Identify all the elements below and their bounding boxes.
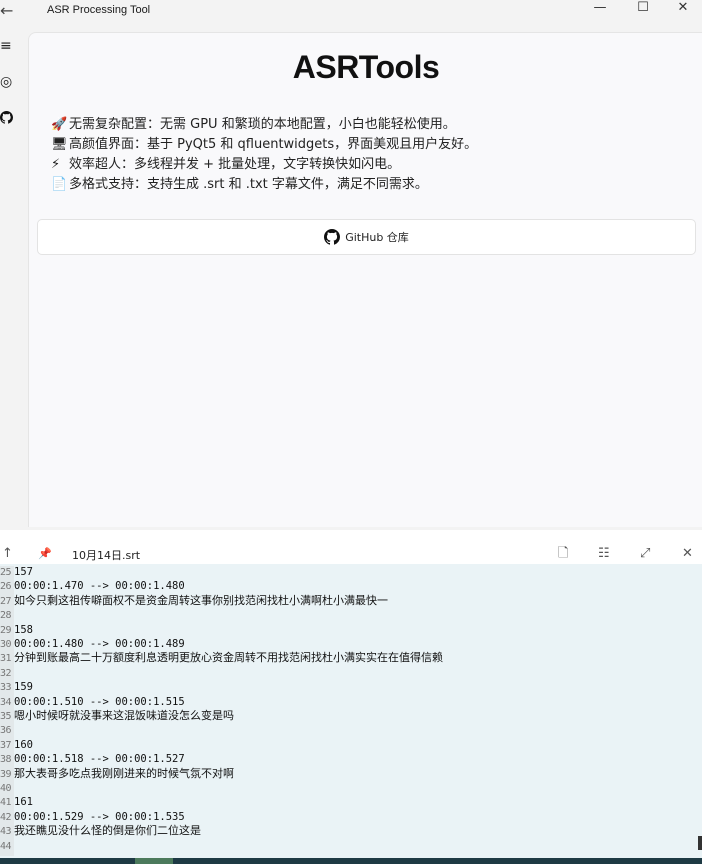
editor-line: 34 00:00:1.510 --> 00:00:1.515 bbox=[0, 696, 700, 708]
editor-line: 27 如今只剩这祖传噼面权不是资金周转这事你别找范闲找杜小满啊杜小满最快一 bbox=[0, 593, 700, 607]
line-number: 38 bbox=[0, 754, 12, 766]
github-nav-button[interactable] bbox=[0, 106, 20, 130]
lightning-icon: ⚡ bbox=[51, 157, 61, 172]
minimize-button[interactable]: — bbox=[585, 0, 615, 20]
scrollbar-thumb[interactable] bbox=[698, 836, 702, 850]
editor-line: 30 00:00:1.480 --> 00:00:1.489 bbox=[0, 638, 700, 650]
line-text: 嗯小时候呀就没事来这混饭味道没怎么变是吗 bbox=[14, 709, 234, 722]
line-text: 157 bbox=[14, 566, 33, 578]
editor-line: 31 分钟到账最高二十万额度利息透明更放心资金周转不用找范闲找杜小满实实在在值得信… bbox=[0, 651, 700, 665]
list-icon[interactable]: ☷ bbox=[598, 544, 610, 564]
editor-line: 25 157 bbox=[0, 566, 700, 578]
editor-line: 35 嗯小时候呀就没事来这混饭味道没怎么变是吗 bbox=[0, 709, 700, 723]
monitor-icon: 🖥 bbox=[51, 137, 68, 152]
editor-line: 26 00:00:1.470 --> 00:00:1.480 bbox=[0, 580, 700, 592]
expand-icon[interactable]: ⤢ bbox=[640, 544, 650, 564]
line-text: 00:00:1.529 --> 00:00:1.535 bbox=[14, 810, 185, 823]
feature-text: 无需复杂配置：无需 GPU 和繁琐的本地配置，小白也能轻松使用。 bbox=[69, 117, 456, 132]
taskbar-active-item[interactable] bbox=[135, 858, 173, 864]
line-number: 35 bbox=[0, 711, 12, 722]
line-number: 30 bbox=[0, 639, 12, 650]
editor-line: 28 bbox=[0, 609, 700, 621]
line-number: 42 bbox=[0, 811, 12, 823]
page-title: ASRTools bbox=[292, 49, 440, 85]
line-number: 26 bbox=[0, 581, 12, 593]
editor-line: 43 我还瞧见没什么怪的倒是你们二位这是 bbox=[0, 824, 700, 838]
line-number: 43 bbox=[0, 826, 12, 838]
nav-sidebar: ≡ ◎ bbox=[0, 30, 26, 530]
menu-icon[interactable]: ≡ bbox=[0, 34, 20, 58]
line-number: 28 bbox=[0, 610, 12, 622]
line-text: 00:00:1.470 --> 00:00:1.480 bbox=[14, 580, 185, 593]
feature-list: 🚀 无需复杂配置：无需 GPU 和繁琐的本地配置，小白也能轻松使用。 🖥高颜值界面… bbox=[51, 115, 691, 195]
line-number: 36 bbox=[0, 725, 12, 737]
main-content: ASRTools 🚀 无需复杂配置：无需 GPU 和繁琐的本地配置，小白也能轻松使… bbox=[28, 32, 702, 527]
line-text: 00:00:1.480 --> 00:00:1.489 bbox=[14, 638, 185, 650]
viewer-toolbar: ↑ 📌 10月14日.srt 🗋 ☷ ⤢ ✕ bbox=[0, 544, 702, 564]
title-bar: ← ASR Processing Tool — ☐ ✕ bbox=[0, 0, 702, 28]
line-number: 39 bbox=[0, 768, 12, 780]
asr-app-window: ← ASR Processing Tool — ☐ ✕ ≡ ◎ ASRTools… bbox=[0, 0, 702, 530]
line-text: 分钟到账最高二十万额度利息透明更放心资金周转不用找范闲找杜小满实实在在值得信赖 bbox=[14, 651, 443, 665]
editor-line: 33 159 bbox=[0, 681, 700, 693]
feature-text: 多格式支持：支持生成 .srt 和 .txt 字幕文件，满足不同需求。 bbox=[69, 177, 428, 192]
taskbar bbox=[0, 858, 702, 864]
editor-line: 29 158 bbox=[0, 624, 700, 636]
line-number: 32 bbox=[0, 667, 12, 679]
feature-item: ⚡ 效率超人：多线程并发 + 批量处理，文字转换快如闪电。 bbox=[51, 155, 691, 175]
line-text: 158 bbox=[14, 623, 33, 636]
line-text: 如今只剩这祖传噼面权不是资金周转这事你别找范闲找杜小满啊杜小满最快一 bbox=[14, 593, 388, 607]
line-text: 00:00:1.510 --> 00:00:1.515 bbox=[14, 695, 185, 708]
document-icon: 📄 bbox=[51, 177, 68, 192]
editor-line: 37 160 bbox=[0, 739, 700, 751]
file-icon[interactable]: 🗋 bbox=[558, 544, 568, 564]
feature-text: 效率超人：多线程并发 + 批量处理，文字转换快如闪电。 bbox=[69, 157, 401, 172]
github-icon bbox=[324, 229, 341, 245]
arrow-up-icon[interactable]: ↑ bbox=[2, 544, 13, 564]
feature-text: 高颜值界面：基于 PyQt5 和 qfluentwidgets，界面美观且用户友… bbox=[69, 137, 478, 152]
editor-line: 36 bbox=[0, 724, 700, 736]
line-number: 37 bbox=[0, 739, 12, 751]
record-icon[interactable]: ◎ bbox=[0, 70, 20, 94]
line-number: 29 bbox=[0, 624, 12, 636]
line-text: 160 bbox=[14, 738, 33, 751]
editor-line: 39 那大表哥多吃点我刚刚进来的时候气氛不对啊 bbox=[0, 766, 700, 780]
line-text: 那大表哥多吃点我刚刚进来的时候气氛不对啊 bbox=[14, 766, 234, 780]
editor-line: 32 bbox=[0, 667, 700, 679]
pin-icon[interactable]: 📌 bbox=[38, 544, 52, 564]
feature-item: 🖥高颜值界面：基于 PyQt5 和 qfluentwidgets，界面美观且用户… bbox=[51, 135, 691, 155]
github-repo-button[interactable]: GitHub 仓库 bbox=[37, 219, 696, 255]
line-number: 34 bbox=[0, 696, 12, 708]
line-number: 31 bbox=[0, 653, 12, 665]
github-icon bbox=[0, 111, 14, 124]
maximize-button[interactable]: ☐ bbox=[628, 0, 658, 20]
file-name: 10月14日.srt bbox=[72, 549, 141, 562]
line-number: 25 bbox=[0, 567, 12, 578]
line-text: 161 bbox=[14, 796, 33, 809]
editor-line: 44 bbox=[0, 840, 700, 852]
close-button[interactable]: ✕ bbox=[668, 0, 698, 20]
feature-item: 📄 多格式支持：支持生成 .srt 和 .txt 字幕文件，满足不同需求。 bbox=[51, 175, 691, 195]
text-content[interactable]: 25 157 26 00:00:1.470 --> 00:00:1.480 27 如今只剩… bbox=[0, 566, 702, 856]
window-title: ASR Processing Tool bbox=[47, 4, 151, 16]
line-text: 我还瞧见没什么怪的倒是你们二位这是 bbox=[14, 824, 201, 838]
line-number: 41 bbox=[0, 797, 12, 809]
line-number: 27 bbox=[0, 595, 12, 607]
rocket-icon: 🚀 bbox=[51, 117, 68, 132]
editor-line: 41 161 bbox=[0, 796, 700, 808]
editor-line: 42 00:00:1.529 --> 00:00:1.535 bbox=[0, 811, 700, 823]
srt-viewer-window: ↑ 📌 10月14日.srt 🗋 ☷ ⤢ ✕ 25 157 26 00:00:1.47… bbox=[0, 544, 702, 864]
line-number: 40 bbox=[0, 783, 12, 794]
line-text: 00:00:1.518 --> 00:00:1.527 bbox=[14, 753, 185, 766]
feature-item: 🚀 无需复杂配置：无需 GPU 和繁琐的本地配置，小白也能轻松使用。 bbox=[51, 115, 691, 135]
line-number: 33 bbox=[0, 682, 12, 694]
editor-line: 38 00:00:1.518 --> 00:00:1.527 bbox=[0, 753, 700, 765]
close-icon[interactable]: ✕ bbox=[682, 544, 693, 564]
line-text: 159 bbox=[14, 681, 33, 694]
editor-line: 40 bbox=[0, 782, 700, 794]
back-icon[interactable]: ← bbox=[0, 0, 18, 24]
line-number: 44 bbox=[0, 840, 12, 852]
github-button-label: GitHub 仓库 bbox=[345, 231, 409, 244]
